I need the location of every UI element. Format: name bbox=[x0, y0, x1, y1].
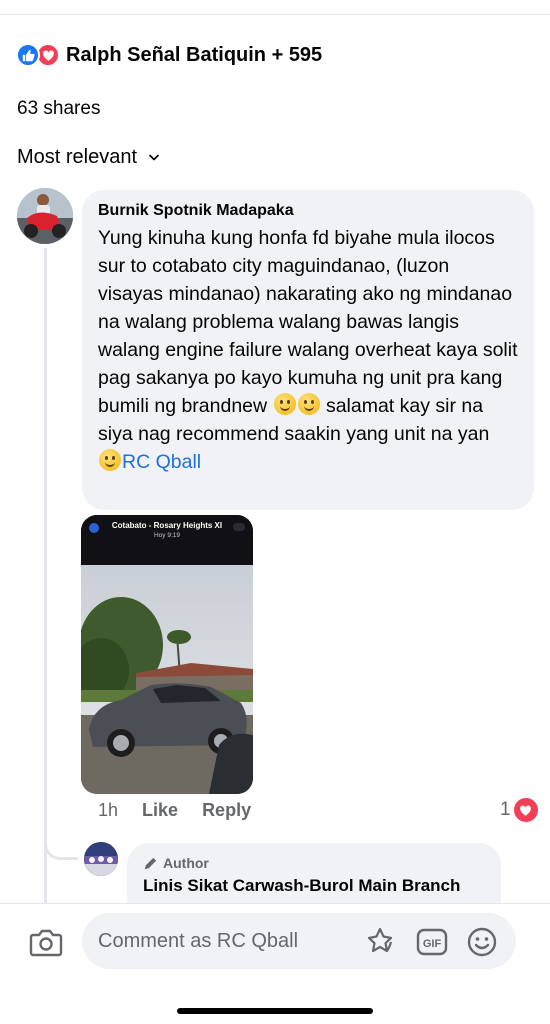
screenshot-chat-header: Cotabato - Rosary Heights XI Hoy 9:19 bbox=[81, 515, 253, 565]
mention-link[interactable]: RC Qball bbox=[122, 451, 201, 473]
emoji-icon[interactable] bbox=[466, 926, 498, 958]
home-indicator bbox=[177, 1008, 373, 1014]
camera-icon[interactable] bbox=[28, 925, 64, 959]
comment-actions: 1h Like Reply bbox=[98, 800, 275, 821]
comment-bubble[interactable]: Burnik Spotnik Madapaka Yung kinuha kung… bbox=[82, 190, 534, 510]
comment-box[interactable]: GIF bbox=[82, 913, 516, 969]
chat-subtitle: Hoy 9:19 bbox=[153, 532, 181, 539]
reactors-text: Ralph Señal Batiquin + 595 bbox=[66, 43, 323, 66]
chevron-down-icon bbox=[149, 154, 159, 161]
comment-text: Yung kinuha kung honfa fd biyahe mula il… bbox=[98, 224, 518, 476]
reply-author-avatar[interactable] bbox=[84, 842, 118, 876]
reply-button[interactable]: Reply bbox=[202, 800, 251, 821]
author-badge: Author bbox=[143, 855, 485, 871]
thread-line bbox=[44, 248, 47, 908]
reaction-icons bbox=[16, 43, 60, 67]
smile-emoji-icon bbox=[297, 393, 320, 415]
gif-label: GIF bbox=[423, 938, 442, 950]
reactions-summary[interactable]: Ralph Señal Batiquin + 595 bbox=[16, 40, 322, 70]
commenter-name[interactable]: Burnik Spotnik Madapaka bbox=[98, 202, 518, 220]
comment-timestamp[interactable]: 1h bbox=[98, 800, 118, 821]
comment-input[interactable] bbox=[98, 913, 348, 969]
comment-reaction-count[interactable]: 1 bbox=[500, 798, 538, 822]
gif-icon[interactable]: GIF bbox=[416, 926, 448, 958]
shares-count[interactable]: 63 shares bbox=[17, 98, 100, 120]
sort-label: Most relevant bbox=[17, 146, 138, 168]
sort-dropdown[interactable]: Most relevant bbox=[17, 146, 159, 169]
smile-emoji-icon bbox=[99, 449, 121, 471]
chat-title: Cotabato - Rosary Heights XI bbox=[111, 521, 223, 530]
car-photo bbox=[81, 565, 253, 794]
back-icon bbox=[89, 523, 99, 533]
pencil-icon bbox=[144, 857, 157, 869]
reaction-count-number: 1 bbox=[500, 799, 511, 820]
reply-author-name[interactable]: Linis Sikat Carwash-Burol Main Branch bbox=[143, 876, 485, 896]
author-badge-label: Author bbox=[163, 855, 209, 871]
sticker-icon[interactable] bbox=[364, 926, 396, 958]
like-button[interactable]: Like bbox=[142, 800, 178, 821]
more-icon bbox=[233, 523, 245, 531]
comment-text-part1: Yung kinuha kung honfa fd biyahe mula il… bbox=[98, 227, 518, 417]
love-icon bbox=[513, 798, 538, 822]
smile-emoji-icon bbox=[273, 393, 296, 415]
thread-branch bbox=[44, 828, 78, 860]
comment-photo-attachment[interactable]: Cotabato - Rosary Heights XI Hoy 9:19 bbox=[81, 515, 253, 794]
top-divider bbox=[0, 14, 550, 15]
like-icon bbox=[16, 43, 40, 67]
comment-composer: GIF bbox=[0, 903, 550, 1024]
commenter-avatar[interactable] bbox=[17, 188, 73, 244]
